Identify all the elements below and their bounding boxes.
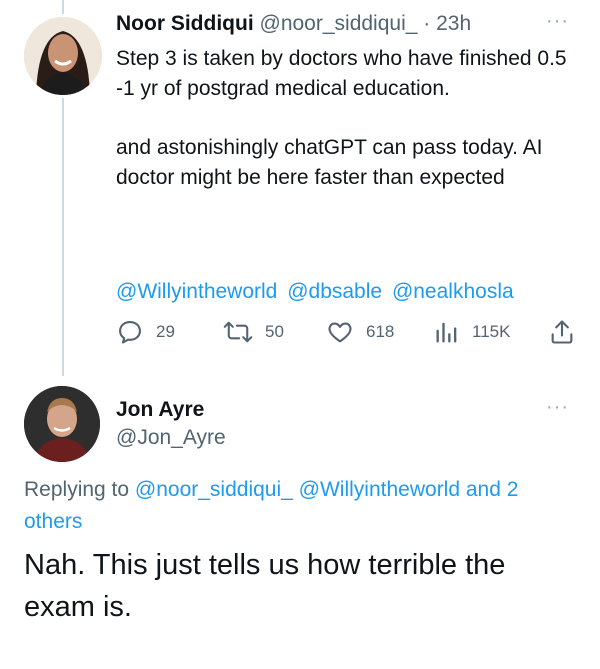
thread-connector-line [62, 98, 64, 376]
like-count: 618 [366, 322, 395, 341]
like-button[interactable]: 618 [326, 318, 394, 346]
tweet1-action-bar: 29 50 618 115K [116, 318, 586, 348]
author-handle[interactable]: @noor_siddiqui_ [260, 12, 418, 35]
replying-to-link[interactable]: @Willyintheworld [299, 478, 460, 501]
replying-to-link[interactable]: @noor_siddiqui_ [135, 478, 293, 501]
retweet-button[interactable]: 50 [223, 318, 284, 346]
tweet1-paragraph-1: Step 3 is taken by doctors who have fini… [116, 47, 567, 100]
retweet-icon [223, 318, 253, 346]
tweet2-text: Nah. This just tells us how terrible the… [24, 549, 506, 623]
author-handle[interactable]: @Jon_Ayre [116, 426, 226, 450]
tweet1-mentions: @Willyintheworld @dbsable @nealkhosla [116, 280, 518, 304]
share-icon [548, 318, 576, 346]
avatar-noor[interactable] [24, 17, 102, 95]
views-button[interactable]: 115K [434, 318, 510, 346]
author-name[interactable]: Jon Ayre [116, 398, 204, 422]
replying-prefix: Replying to [24, 478, 130, 501]
tweet-timestamp[interactable]: 23h [436, 12, 471, 35]
retweet-count: 50 [265, 322, 284, 341]
thread-line-top [62, 0, 64, 14]
like-icon [326, 318, 354, 346]
views-count: 115K [472, 322, 511, 341]
tweet1-text: Step 3 is taken by doctors who have fini… [116, 44, 576, 193]
avatar-jon[interactable] [24, 386, 100, 462]
mention-link[interactable]: @dbsable [287, 280, 382, 303]
separator-dot: · [423, 12, 431, 35]
views-icon [434, 318, 460, 346]
reply-button[interactable]: 29 [116, 318, 175, 346]
author-name[interactable]: Noor Siddiqui [116, 12, 254, 35]
more-icon[interactable]: ··· [546, 396, 569, 419]
share-button[interactable] [548, 318, 576, 346]
mention-link[interactable]: @Willyintheworld [116, 280, 277, 303]
more-icon[interactable]: ··· [546, 10, 569, 33]
tweet1-paragraph-2: and astonishingly chatGPT can pass today… [116, 136, 543, 189]
reply-count: 29 [156, 322, 175, 341]
reply-icon [116, 318, 144, 346]
mention-link[interactable]: @nealkhosla [392, 280, 514, 303]
tweet1-header: Noor Siddiqui @noor_siddiqui_ · 23h [116, 12, 471, 36]
replying-to-line: Replying to @noor_siddiqui_ @Willyinthew… [24, 474, 574, 538]
